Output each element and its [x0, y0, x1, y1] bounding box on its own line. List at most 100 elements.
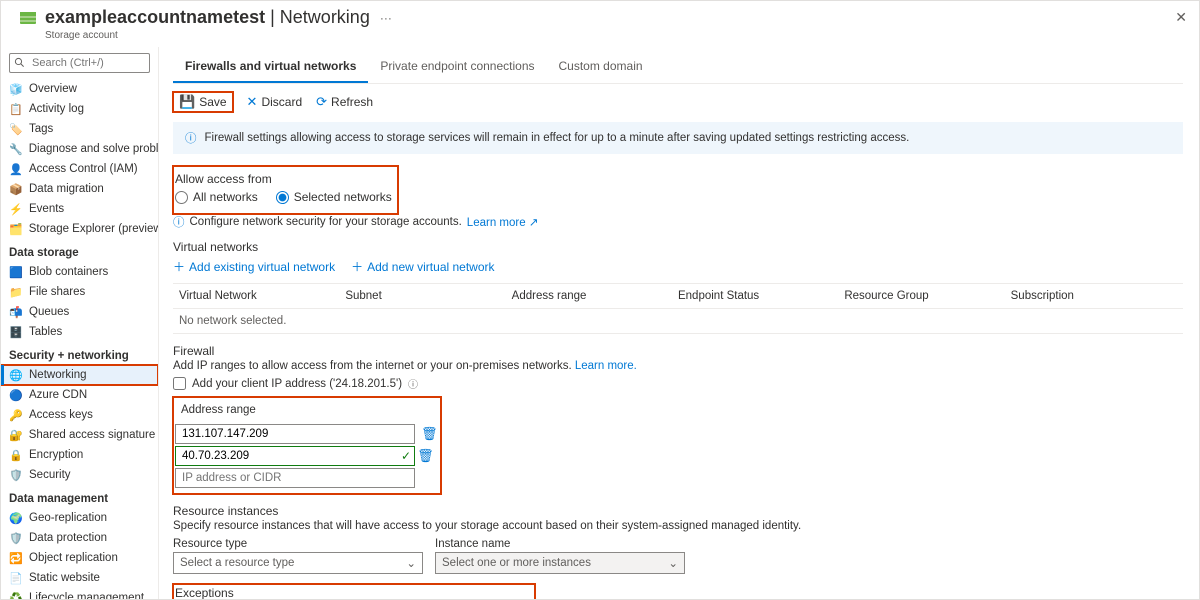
add-new-vnet[interactable]: ＋Add new virtual network [351, 258, 494, 275]
security-icon: 🛡️ [9, 468, 23, 482]
nav-events[interactable]: ⚡Events [1, 199, 158, 219]
replication-icon: 🔁 [9, 551, 23, 565]
allow-access-label: Allow access from [175, 172, 392, 186]
key-icon: 🔑 [9, 408, 23, 422]
group-data-mgmt: Data management [1, 485, 158, 508]
ip-input-2[interactable] [175, 446, 415, 466]
refresh-icon: ⟳ [316, 94, 327, 110]
group-data-storage: Data storage [1, 239, 158, 262]
events-icon: ⚡ [9, 202, 23, 216]
info-icon[interactable]: ⓘ [408, 376, 418, 391]
plus-icon: ＋ [173, 258, 185, 275]
overview-icon: 🧊 [9, 82, 23, 96]
chevron-down-icon: ⌄ [668, 556, 678, 570]
page-title: exampleaccountnametest | Networking [45, 7, 370, 28]
firewall-learn-more[interactable]: Learn more. [575, 360, 637, 372]
close-button[interactable]: ✕ [1175, 9, 1187, 26]
info-icon: ⓘ [185, 130, 197, 146]
nav-encryption[interactable]: 🔒Encryption [1, 445, 158, 465]
vnet-table-header: Virtual NetworkSubnetAddress rangeEndpoi… [173, 283, 1183, 309]
nav-lifecycle[interactable]: ♻️Lifecycle management [1, 588, 158, 599]
nav-diagnose[interactable]: 🔧Diagnose and solve problems [1, 139, 158, 159]
add-existing-vnet[interactable]: ＋Add existing virtual network [173, 258, 335, 275]
nav-azure-cdn[interactable]: 🔵Azure CDN [1, 385, 158, 405]
info-banner: ⓘ Firewall settings allowing access to s… [173, 122, 1183, 154]
external-icon: ↗ [529, 217, 539, 229]
nav-access-keys[interactable]: 🔑Access keys [1, 405, 158, 425]
nav-static-website[interactable]: 📄Static website [1, 568, 158, 588]
nav-iam[interactable]: 👤Access Control (IAM) [1, 159, 158, 179]
firewall-desc: Add IP ranges to allow access from the i… [173, 360, 1183, 372]
nav-networking[interactable]: 🌐Networking [1, 365, 158, 385]
discard-button[interactable]: ✕Discard [247, 94, 303, 110]
plus-icon: ＋ [351, 258, 363, 275]
explorer-icon: 🗂️ [9, 222, 23, 236]
info-icon: ⓘ [173, 214, 185, 230]
resource-type-label: Storage account [1, 30, 1199, 47]
vnet-heading: Virtual networks [173, 240, 1183, 254]
nav-tables[interactable]: 🗄️Tables [1, 322, 158, 342]
diagnose-icon: 🔧 [9, 142, 23, 156]
resource-instances-heading: Resource instances [173, 504, 1183, 518]
nav-storage-explorer[interactable]: 🗂️Storage Explorer (preview) [1, 219, 158, 239]
geo-icon: 🌍 [9, 511, 23, 525]
ip-input-1[interactable] [175, 424, 415, 444]
log-icon: 📋 [9, 102, 23, 116]
add-client-ip-checkbox[interactable] [173, 377, 186, 390]
tab-firewalls[interactable]: Firewalls and virtual networks [173, 51, 368, 83]
migration-icon: 📦 [9, 182, 23, 196]
chevron-down-icon: ⌄ [406, 556, 416, 570]
configure-text: Configure network security for your stor… [190, 216, 462, 228]
discard-icon: ✕ [247, 94, 258, 110]
ip-input-new[interactable] [175, 468, 415, 488]
tab-custom-domain[interactable]: Custom domain [547, 51, 655, 83]
add-client-ip-label: Add your client IP address ('24.18.201.5… [192, 378, 402, 390]
save-icon: 💾 [179, 94, 195, 110]
instance-name-select: Select one or more instances⌄ [435, 552, 685, 574]
table-icon: 🗄️ [9, 325, 23, 339]
iam-icon: 👤 [9, 162, 23, 176]
vnet-empty: No network selected. [173, 309, 1183, 334]
search-icon [14, 57, 25, 68]
delete-ip-1[interactable]: 🗑 [421, 426, 435, 442]
nav-activity-log[interactable]: 📋Activity log [1, 99, 158, 119]
refresh-button[interactable]: ⟳Refresh [316, 94, 373, 110]
protection-icon: 🛡️ [9, 531, 23, 545]
website-icon: 📄 [9, 571, 23, 585]
nav-blob-containers[interactable]: 🟦Blob containers [1, 262, 158, 282]
lifecycle-icon: ♻️ [9, 591, 23, 599]
networking-icon: 🌐 [9, 368, 23, 382]
delete-ip-2[interactable]: 🗑 [417, 448, 431, 464]
nav-tags[interactable]: 🏷️Tags [1, 119, 158, 139]
nav-file-shares[interactable]: 📁File shares [1, 282, 158, 302]
nav-sas[interactable]: 🔐Shared access signature [1, 425, 158, 445]
nav-geo-replication[interactable]: 🌍Geo-replication [1, 508, 158, 528]
sas-icon: 🔐 [9, 428, 23, 442]
resource-instances-desc: Specify resource instances that will hav… [173, 520, 1183, 532]
save-button[interactable]: 💾Save [173, 92, 233, 112]
instance-name-label: Instance name [435, 538, 685, 550]
tag-icon: 🏷️ [9, 122, 23, 136]
blob-icon: 🟦 [9, 265, 23, 279]
nav-data-protection[interactable]: 🛡️Data protection [1, 528, 158, 548]
firewall-heading: Firewall [173, 344, 1183, 358]
nav-security[interactable]: 🛡️Security [1, 465, 158, 485]
address-range-label: Address range [175, 397, 439, 422]
radio-selected-networks[interactable]: Selected networks [276, 190, 392, 204]
resource-type-label: Resource type [173, 538, 423, 550]
storage-account-icon [19, 9, 37, 27]
resource-type-select[interactable]: Select a resource type⌄ [173, 552, 423, 574]
queue-icon: 📬 [9, 305, 23, 319]
nav-queues[interactable]: 📬Queues [1, 302, 158, 322]
more-menu[interactable]: ··· [380, 11, 392, 25]
tab-private-endpoints[interactable]: Private endpoint connections [368, 51, 546, 83]
search-input[interactable] [9, 53, 150, 73]
nav-overview[interactable]: 🧊Overview [1, 79, 158, 99]
files-icon: 📁 [9, 285, 23, 299]
learn-more-link[interactable]: Learn more ↗ [467, 215, 539, 229]
radio-all-networks[interactable]: All networks [175, 190, 258, 204]
group-security: Security + networking [1, 342, 158, 365]
nav-object-replication[interactable]: 🔁Object replication [1, 548, 158, 568]
encryption-icon: 🔒 [9, 448, 23, 462]
nav-data-migration[interactable]: 📦Data migration [1, 179, 158, 199]
